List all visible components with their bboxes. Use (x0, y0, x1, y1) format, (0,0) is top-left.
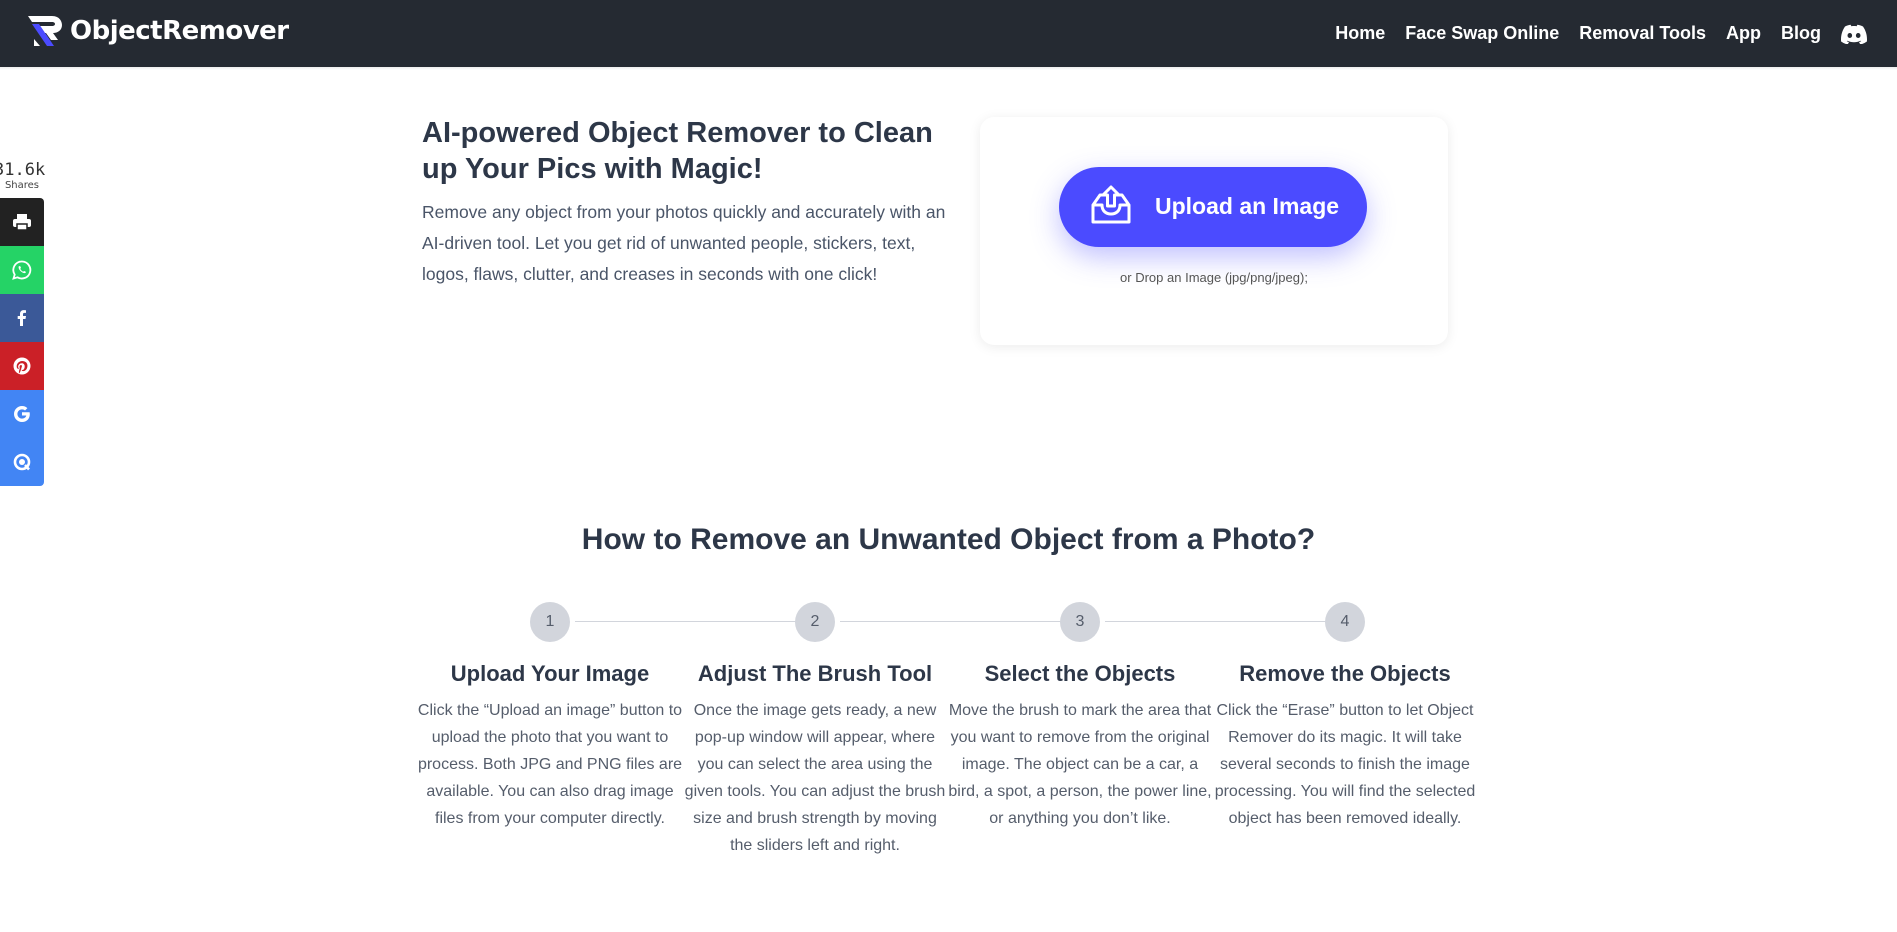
step-title: Remove the Objects (1239, 661, 1451, 686)
share-print-button[interactable] (0, 198, 44, 246)
upload-image-button[interactable]: Upload an Image (1059, 167, 1367, 247)
share-google-button[interactable] (0, 390, 44, 438)
drop-hint: or Drop an Image (jpg/png/jpeg); (1120, 270, 1308, 285)
share-email-button[interactable] (0, 438, 44, 486)
step-title: Select the Objects (984, 661, 1176, 686)
whatsapp-icon (12, 260, 32, 280)
step-title: Upload Your Image (450, 661, 650, 686)
nav-link-blog[interactable]: Blog (1781, 23, 1821, 44)
step-card: Select the Objects Move the brush to mar… (945, 660, 1215, 832)
step-title: Adjust The Brush Tool (697, 661, 933, 686)
nav-link-face-swap-online[interactable]: Face Swap Online (1405, 23, 1559, 44)
email-icon (13, 453, 31, 471)
upload-dropzone[interactable]: Upload an Image or Drop an Image (jpg/pn… (980, 117, 1448, 345)
print-icon (13, 214, 31, 231)
share-count-label: Shares (4, 180, 40, 191)
step-number-4: 4 (1325, 602, 1365, 642)
step-description: Click the “Upload an image” button to up… (417, 702, 683, 827)
nav-link-removal-tools[interactable]: Removal Tools (1579, 23, 1706, 44)
share-whatsapp-button[interactable] (0, 246, 44, 294)
step-description: Move the brush to mark the area that you… (948, 702, 1212, 827)
top-navbar: ObjectRemover Home Face Swap Online Remo… (0, 0, 1897, 67)
google-icon (14, 406, 30, 422)
hero-section: AI-powered Object Remover to Clean up Yo… (422, 115, 952, 290)
step-description: Once the image gets ready, a new pop-up … (684, 702, 946, 854)
step-card: Remove the Objects Click the “Erase” but… (1210, 660, 1480, 832)
share-facebook-button[interactable] (0, 294, 44, 342)
step-connector (1105, 621, 1330, 622)
share-counter: 31.6k Shares (0, 160, 46, 191)
step-description: Click the “Erase” button to let Object R… (1214, 702, 1476, 827)
share-sidebar (0, 198, 44, 486)
share-pinterest-button[interactable] (0, 342, 44, 390)
upload-button-label: Upload an Image (1155, 193, 1340, 219)
logo-icon (28, 16, 62, 46)
upload-tray-icon (1091, 185, 1131, 224)
nav-links: Home Face Swap Online Removal Tools App … (1315, 0, 1867, 67)
step-card: Upload Your Image Click the “Upload an i… (415, 660, 685, 832)
share-count: 31.6k (0, 160, 46, 180)
steps-section: 1 2 3 4 Upload Your Image Click the “Upl… (415, 600, 1475, 860)
nav-link-home[interactable]: Home (1335, 23, 1385, 44)
step-number-1: 1 (530, 602, 570, 642)
facebook-icon (17, 310, 26, 326)
step-number-3: 3 (1060, 602, 1100, 642)
nav-link-app[interactable]: App (1726, 23, 1761, 44)
step-number-2: 2 (795, 602, 835, 642)
pinterest-icon (13, 357, 31, 375)
brand-name: ObjectRemover (70, 16, 289, 46)
step-connector (575, 621, 800, 622)
step-card: Adjust The Brush Tool Once the image get… (680, 660, 950, 859)
hero-description: Remove any object from your photos quick… (422, 202, 946, 284)
brand-logo-link[interactable]: ObjectRemover (26, 14, 289, 48)
how-to-title: How to Remove an Unwanted Object from a … (581, 523, 1316, 556)
hero-title: AI-powered Object Remover to Clean up Yo… (422, 117, 933, 185)
step-connector (840, 621, 1065, 622)
discord-icon[interactable] (1841, 24, 1867, 44)
navbar-shadow (0, 67, 1897, 70)
